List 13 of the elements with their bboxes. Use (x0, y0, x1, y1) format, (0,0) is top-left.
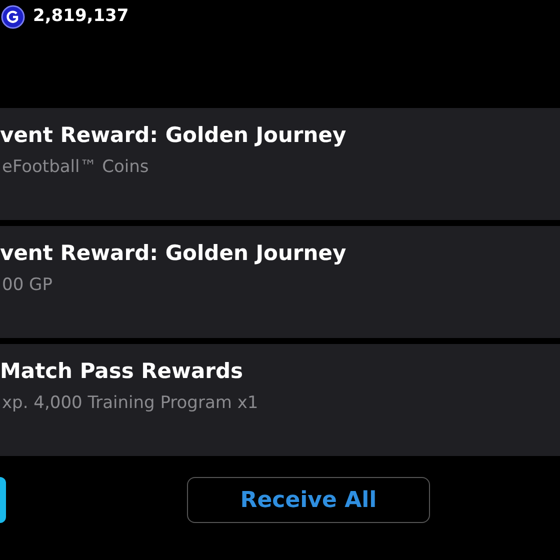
reward-detail: eFootball™ Coins (1, 156, 150, 178)
button-edge[interactable] (0, 477, 6, 523)
reward-title: Match Pass Rewards (0, 358, 244, 385)
reward-card[interactable]: Match Pass Rewards xp. 4,000 Training Program x1 (0, 344, 560, 456)
coin-balance: 2,819,137 (33, 5, 129, 28)
coin-icon (1, 5, 25, 29)
reward-title: vent Reward: Golden Journey (0, 240, 348, 267)
reward-card[interactable]: vent Reward: Golden Journey eFootball™ Coins (0, 108, 560, 220)
reward-detail: xp. 4,000 Training Program x1 (1, 392, 260, 414)
receive-all-button[interactable]: Receive All (187, 477, 430, 523)
reward-title: vent Reward: Golden Journey (0, 122, 348, 149)
reward-card[interactable]: vent Reward: Golden Journey 00 GP (0, 226, 560, 338)
reward-detail: 00 GP (1, 274, 54, 296)
